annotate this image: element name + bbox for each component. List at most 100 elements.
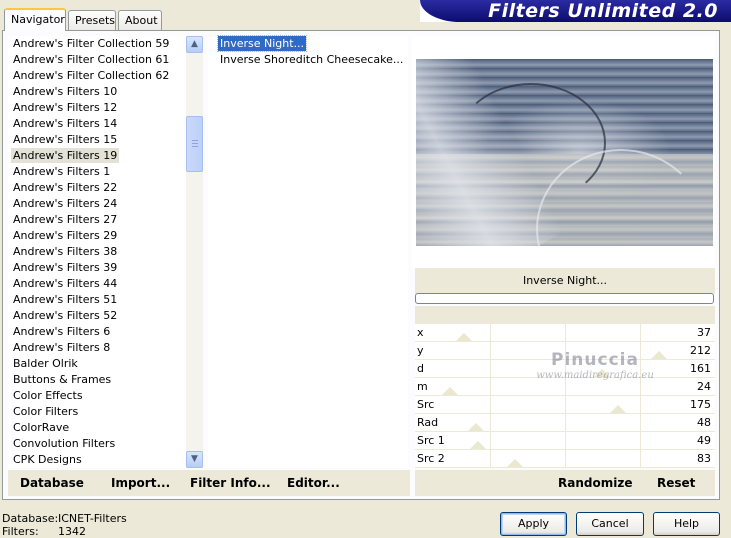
scroll-down-button[interactable]: ▼	[186, 451, 203, 468]
category-item[interactable]: CPK Designs	[11, 452, 84, 467]
slider-tick	[490, 414, 491, 431]
category-scrollbar[interactable]: ▲ ▼	[186, 36, 203, 468]
slider-knob[interactable]	[442, 387, 458, 395]
grip-line	[192, 140, 198, 141]
slider-knob[interactable]	[468, 423, 484, 431]
category-item[interactable]: Color Effects	[11, 388, 85, 403]
category-item[interactable]: Andrew's Filters 19	[11, 148, 120, 163]
database-value: ICNET-Filters	[58, 512, 127, 525]
slider-tick	[565, 450, 566, 467]
slider-tick	[565, 432, 566, 449]
category-item[interactable]: Andrew's Filter Collection 61	[11, 52, 171, 67]
randomize-button[interactable]: Randomize	[558, 476, 632, 491]
category-item[interactable]: Andrew's Filter Collection 62	[11, 68, 171, 83]
filter-list[interactable]: Inverse Night... Inverse Shoreditch Chees…	[208, 35, 408, 468]
category-item[interactable]: Andrew's Filters 15	[11, 132, 119, 147]
slider-tick	[640, 450, 641, 467]
category-item[interactable]: Andrew's Filters 27	[11, 212, 119, 227]
slider-value: 212	[690, 344, 711, 357]
cancel-button[interactable]: Cancel	[576, 512, 644, 536]
category-item[interactable]: Color Filters	[11, 404, 80, 419]
category-item[interactable]: Andrew's Filters 12	[11, 100, 119, 115]
progress-bar	[415, 293, 714, 304]
slider-tick	[640, 432, 641, 449]
slider-knob[interactable]	[470, 441, 486, 449]
help-button[interactable]: Help	[653, 512, 720, 536]
tab-presets[interactable]: Presets	[68, 10, 116, 30]
slider-knob[interactable]	[456, 333, 472, 341]
slider-label: y	[417, 344, 424, 357]
slider-knob[interactable]	[507, 459, 523, 467]
slider-x[interactable]: x 37	[415, 324, 715, 342]
app-title: Filters Unlimited 2.0	[488, 0, 718, 22]
reset-button[interactable]: Reset	[657, 476, 695, 491]
category-item[interactable]: Andrew's Filters 14	[11, 116, 119, 131]
slider-label: Src 2	[417, 452, 445, 465]
slider-tick	[640, 324, 641, 341]
filters-count-value: 1342	[58, 525, 86, 538]
slider-src-2[interactable]: Src 2 83	[415, 450, 715, 468]
scroll-thumb[interactable]	[186, 116, 203, 172]
slider-value: 49	[697, 434, 711, 447]
category-item[interactable]: Convolution Filters	[11, 436, 117, 451]
tab-navigator[interactable]: Navigator	[4, 8, 66, 31]
slider-label: d	[417, 362, 424, 375]
slider-value: 48	[697, 416, 711, 429]
category-item[interactable]: Andrew's Filters 38	[11, 244, 119, 259]
watermark-site: www.maidiregrafica.eu	[536, 370, 654, 381]
filter-item[interactable]: Inverse Night...	[216, 35, 308, 52]
category-item[interactable]: Andrew's Filters 1	[11, 164, 112, 179]
slider-tick	[640, 396, 641, 413]
slider-value: 83	[697, 452, 711, 465]
category-item[interactable]: Andrew's Filters 24	[11, 196, 119, 211]
slider-label: Src	[417, 398, 435, 411]
slider-knob[interactable]	[610, 405, 626, 413]
slider-tick	[490, 360, 491, 377]
category-item[interactable]: Andrew's Filters 22	[11, 180, 119, 195]
category-item[interactable]: Buttons & Frames	[11, 372, 113, 387]
category-item[interactable]: Andrew's Filters 6	[11, 324, 112, 339]
slider-tick	[490, 432, 491, 449]
chevron-down-icon: ▼	[191, 454, 198, 464]
category-item[interactable]: ColorRave	[11, 420, 71, 435]
chevron-up-icon: ▲	[191, 39, 198, 49]
apply-button[interactable]: Apply	[500, 512, 567, 536]
import-button[interactable]: Import...	[111, 476, 170, 491]
slider-tick	[565, 396, 566, 413]
slider-tick	[490, 324, 491, 341]
database-button[interactable]: Database	[20, 476, 84, 491]
category-item[interactable]: Andrew's Filters 39	[11, 260, 119, 275]
slider-src-1[interactable]: Src 1 49	[415, 432, 715, 450]
category-item[interactable]: Andrew's Filters 29	[11, 228, 119, 243]
slider-tick	[490, 396, 491, 413]
filter-info-button[interactable]: Filter Info...	[190, 476, 271, 491]
watermark: Pinuccia www.maidiregrafica.eu	[520, 350, 670, 382]
slider-rad[interactable]: Rad 48	[415, 414, 715, 432]
grip-line	[192, 143, 198, 144]
slider-label: m	[417, 380, 428, 393]
slider-tick	[640, 414, 641, 431]
category-item[interactable]: Andrew's Filters 8	[11, 340, 112, 355]
filter-item[interactable]: Inverse Shoreditch Cheesecake...	[218, 52, 405, 67]
slider-label: x	[417, 326, 424, 339]
editor-button[interactable]: Editor...	[287, 476, 340, 491]
category-item[interactable]: Andrew's Filter Collection 59	[11, 36, 171, 51]
slider-label: Src 1	[417, 434, 445, 447]
category-item[interactable]: Andrew's Filters 51	[11, 292, 119, 307]
slider-tick	[565, 324, 566, 341]
slider-src[interactable]: Src 175	[415, 396, 715, 414]
grip-line	[192, 146, 198, 147]
category-item[interactable]: Balder Olrik	[11, 356, 80, 371]
category-item[interactable]: Andrew's Filters 44	[11, 276, 119, 291]
slider-tick	[565, 414, 566, 431]
category-item[interactable]: Andrew's Filters 10	[11, 84, 119, 99]
tab-about[interactable]: About	[118, 10, 162, 30]
slider-value: 161	[690, 362, 711, 375]
slider-tick	[490, 378, 491, 395]
slider-tick	[490, 342, 491, 359]
scroll-up-button[interactable]: ▲	[186, 36, 203, 53]
slider-value: 24	[697, 380, 711, 393]
category-item[interactable]: Andrew's Filters 52	[11, 308, 119, 323]
category-list[interactable]: Andrew's Filter Collection 59 Andrew's Fi…	[8, 36, 186, 468]
slider-value: 175	[690, 398, 711, 411]
